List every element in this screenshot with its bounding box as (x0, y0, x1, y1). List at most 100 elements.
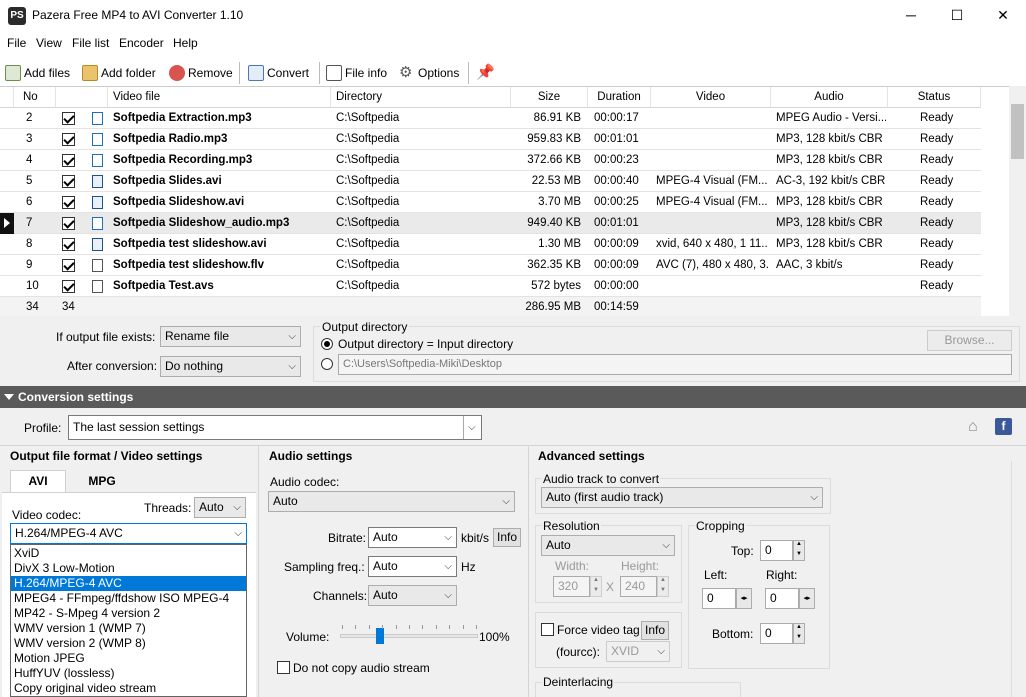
width-field[interactable]: 320 (553, 576, 590, 597)
crop-right-field[interactable]: 0 (765, 588, 799, 609)
width-spinner[interactable] (590, 576, 602, 597)
row-checkbox[interactable] (62, 217, 75, 230)
cell-video (656, 213, 768, 234)
table-row[interactable]: 7 Softpedia Slideshow_audio.mp3 C:\Softped… (0, 213, 981, 234)
codec-option[interactable]: H.264/MPEG-4 AVC (11, 576, 246, 591)
codec-option[interactable]: WMV version 2 (WMP 8) (14, 636, 246, 651)
codec-option[interactable]: Motion JPEG (14, 651, 246, 666)
menu-file[interactable]: File (7, 36, 26, 50)
table-row[interactable]: 8 Softpedia test slideshow.avi C:\Softpedi… (0, 234, 981, 255)
profile-select[interactable]: The last session settings ⌵ (68, 415, 482, 440)
codec-option[interactable]: MPEG4 - FFmpeg/ffdshow ISO MPEG-4 (14, 591, 246, 606)
bitrate-info-button[interactable]: Info (493, 528, 521, 547)
codec-option[interactable]: XviD (14, 546, 246, 561)
file-info-button[interactable]: File info (326, 62, 387, 84)
table-row[interactable]: 3 Softpedia Radio.mp3 C:\Softpedia 959.83 K… (0, 129, 981, 150)
audio-file-icon (92, 112, 103, 125)
if-exists-select[interactable]: Rename file ⌵ (160, 326, 301, 347)
channels-select[interactable]: Auto ⌵ (368, 585, 457, 606)
resolution-select[interactable]: Auto ⌵ (541, 535, 675, 556)
audio-codec-select[interactable]: Auto ⌵ (268, 491, 515, 512)
col-header-status[interactable]: Status (888, 87, 981, 108)
row-checkbox[interactable] (62, 280, 75, 293)
col-header-duration[interactable]: Duration (588, 87, 651, 108)
table-row[interactable]: 6 Softpedia Slideshow.avi C:\Softpedia 3.70… (0, 192, 981, 213)
audio-track-select[interactable]: Auto (first audio track) ⌵ (541, 487, 823, 508)
codec-option[interactable]: HuffYUV (lossless) (14, 666, 246, 681)
sampling-select[interactable]: Auto ⌵ (368, 556, 457, 577)
codec-option[interactable]: Copy original video stream (14, 681, 246, 696)
threads-select[interactable]: Auto ⌵ (194, 497, 246, 518)
video-codec-select[interactable]: H.264/MPEG-4 AVC ⌵ (10, 523, 247, 544)
force-tag-label: Force video tag (557, 623, 640, 637)
volume-slider-thumb[interactable] (376, 628, 385, 644)
same-dir-radio[interactable] (321, 338, 333, 350)
menu-encoder[interactable]: Encoder (119, 36, 164, 50)
cell-no: 3 (26, 133, 33, 145)
row-checkbox[interactable] (62, 175, 75, 188)
menu-file-list[interactable]: File list (72, 36, 109, 50)
table-row[interactable]: 4 Softpedia Recording.mp3 C:\Softpedia 372.… (0, 150, 981, 171)
fourcc-select[interactable]: XVID ⌵ (606, 641, 670, 662)
volume-slider-track[interactable] (340, 634, 478, 638)
crop-top-spinner[interactable] (793, 540, 805, 561)
codec-option[interactable]: DivX 3 Low-Motion (14, 561, 246, 576)
video-file-icon (92, 196, 103, 209)
col-header-directory[interactable]: Directory (331, 87, 511, 108)
scrollbar-thumb[interactable] (1011, 104, 1024, 159)
custom-dir-radio[interactable] (321, 358, 333, 370)
settings-scrollbar[interactable] (1011, 461, 1026, 697)
tab-avi[interactable]: AVI (10, 470, 66, 492)
pin-button[interactable]: 📌 (476, 62, 495, 84)
crop-right-arrows[interactable]: ◂▸ (799, 588, 815, 609)
force-tag-checkbox[interactable] (541, 623, 554, 636)
col-header-size[interactable]: Size (511, 87, 588, 108)
row-checkbox[interactable] (62, 133, 75, 146)
col-header-no[interactable]: No (14, 87, 56, 108)
facebook-icon[interactable]: f (995, 418, 1012, 435)
home-icon[interactable]: ⌂ (968, 418, 985, 435)
minimize-button[interactable]: ─ (888, 0, 934, 32)
height-field[interactable]: 240 (620, 576, 657, 597)
add-files-button[interactable]: Add files (5, 62, 70, 84)
convert-button[interactable]: Convert (248, 62, 309, 84)
row-checkbox[interactable] (62, 196, 75, 209)
close-button[interactable]: ✕ (980, 0, 1026, 32)
col-header-check[interactable] (56, 87, 108, 108)
row-checkbox[interactable] (62, 154, 75, 167)
remove-button[interactable]: Remove (169, 62, 233, 84)
conversion-settings-header[interactable]: Conversion settings (0, 386, 1026, 408)
table-row[interactable]: 2 Softpedia Extraction.mp3 C:\Softpedia 86.… (0, 108, 981, 129)
crop-bottom-spinner[interactable] (793, 623, 805, 644)
output-path-field[interactable]: C:\Users\Softpedia-Miki\Desktop (338, 354, 1012, 375)
tab-mpg[interactable]: MPG (66, 471, 138, 492)
row-checkbox[interactable] (62, 259, 75, 272)
col-header-video[interactable]: Video (651, 87, 771, 108)
table-row[interactable]: 5 Softpedia Slides.avi C:\Softpedia 22.53 M… (0, 171, 981, 192)
no-copy-audio-checkbox[interactable] (277, 661, 290, 674)
browse-button[interactable]: Browse... (927, 330, 1012, 351)
table-row[interactable]: 9 Softpedia test slideshow.flv C:\Softpedi… (0, 255, 981, 276)
crop-left-arrows[interactable]: ◂▸ (736, 588, 752, 609)
cell-video-file: Softpedia test slideshow.avi (113, 238, 267, 250)
menu-help[interactable]: Help (173, 36, 198, 50)
height-spinner[interactable] (657, 576, 669, 597)
collapse-triangle-icon[interactable] (4, 394, 14, 400)
crop-top-field[interactable]: 0 (760, 540, 793, 561)
codec-option[interactable]: WMV version 1 (WMP 7) (14, 621, 246, 636)
codec-option[interactable]: MP42 - S-Mpeg 4 version 2 (14, 606, 246, 621)
row-checkbox[interactable] (62, 238, 75, 251)
crop-bottom-field[interactable]: 0 (760, 623, 793, 644)
force-tag-info-button[interactable]: Info (641, 621, 669, 640)
col-header-video-file[interactable]: Video file (108, 87, 331, 108)
table-row[interactable]: 10 Softpedia Test.avs C:\Softpedia 572 byte… (0, 276, 981, 297)
col-header-audio[interactable]: Audio (771, 87, 888, 108)
options-button[interactable]: ⚙ Options (399, 62, 459, 84)
after-conversion-select[interactable]: Do nothing ⌵ (160, 356, 301, 377)
bitrate-select[interactable]: Auto ⌵ (368, 527, 457, 548)
row-checkbox[interactable] (62, 112, 75, 125)
add-folder-button[interactable]: Add folder (82, 62, 156, 84)
maximize-button[interactable]: ☐ (934, 0, 980, 32)
menu-view[interactable]: View (36, 36, 62, 50)
crop-left-field[interactable]: 0 (702, 588, 736, 609)
